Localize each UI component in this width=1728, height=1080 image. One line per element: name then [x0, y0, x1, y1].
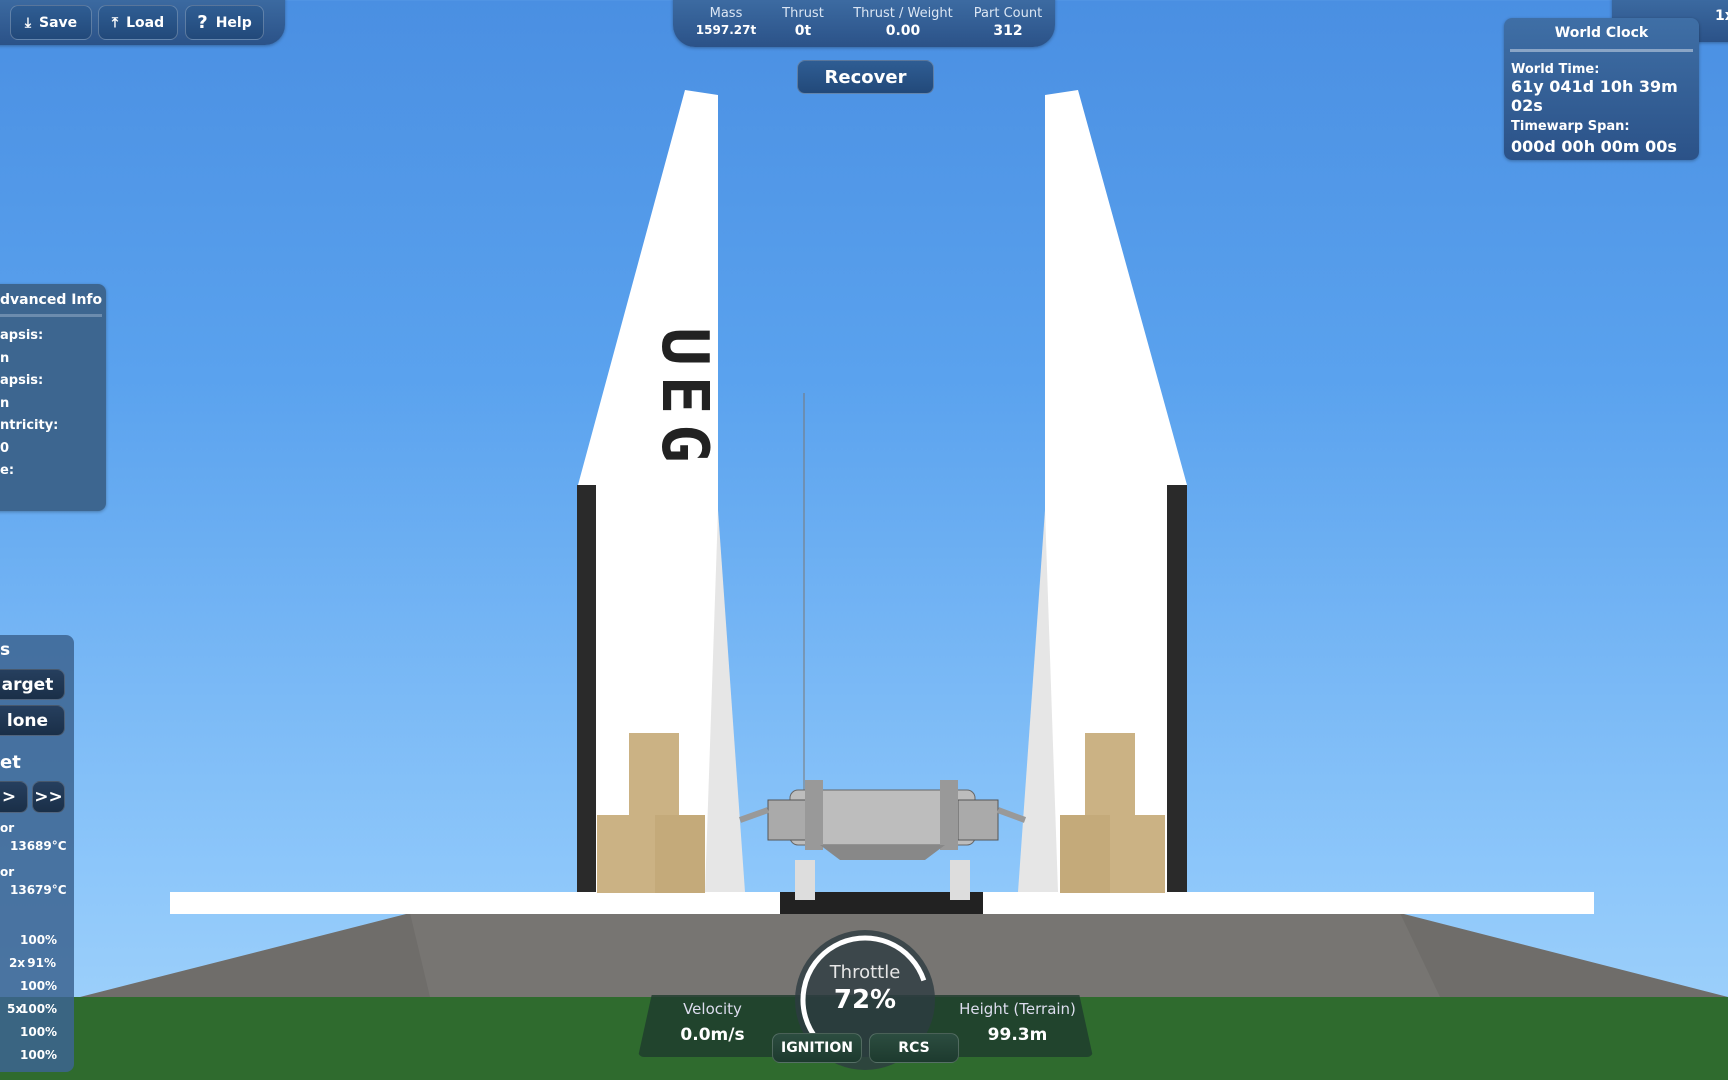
rcs-button[interactable]: RCS: [869, 1033, 959, 1063]
load-button[interactable]: ⤒ Load: [98, 5, 178, 40]
world-clock: World Clock World Time: 61y 041d 10h 39m…: [1504, 18, 1699, 160]
throttle-value: 72%: [833, 985, 897, 1015]
stat-thrust: Thrust 0t: [782, 6, 824, 39]
target-button[interactable]: arget: [0, 669, 65, 700]
height-value: 99.3m: [987, 1025, 1048, 1045]
world-time: 61y 041d 10h 39m 02s: [1511, 77, 1678, 115]
stat-part-count: Part Count 312: [973, 6, 1043, 39]
stat-twr: Thrust / Weight 0.00: [853, 6, 953, 39]
upload-icon: ⤒: [111, 14, 119, 31]
target-panel: s arget lone et > >> or 13689°C or 13679…: [0, 635, 74, 1072]
vehicle-stats: Mass 1597.27t Thrust 0t Thrust / Weight 0.0…: [673, 0, 1055, 47]
help-button[interactable]: ? Help: [185, 5, 264, 40]
stat-mass: Mass 1597.27t: [695, 6, 757, 37]
velocity-value: 0.0m/s: [680, 1025, 745, 1045]
done-button[interactable]: lone: [0, 705, 65, 736]
timewarp-span: 000d 00h 00m 00s: [1511, 137, 1677, 156]
help-icon: ?: [197, 12, 208, 33]
ignition-button[interactable]: IGNITION: [772, 1033, 862, 1063]
spacecraft: [738, 780, 1027, 900]
advanced-info-panel: dvanced Info apsis: n apsis: n ntricity: 0 e:: [0, 284, 106, 511]
fast-forward-button[interactable]: >>: [32, 781, 65, 813]
recover-button[interactable]: Recover: [797, 60, 934, 94]
save-button[interactable]: ⤓ Save: [10, 5, 92, 40]
next-button[interactable]: >: [0, 781, 28, 813]
download-icon: ⤓: [24, 14, 32, 31]
scene: UEG: [0, 90, 1728, 1080]
tower-logo: UEG: [647, 327, 721, 473]
